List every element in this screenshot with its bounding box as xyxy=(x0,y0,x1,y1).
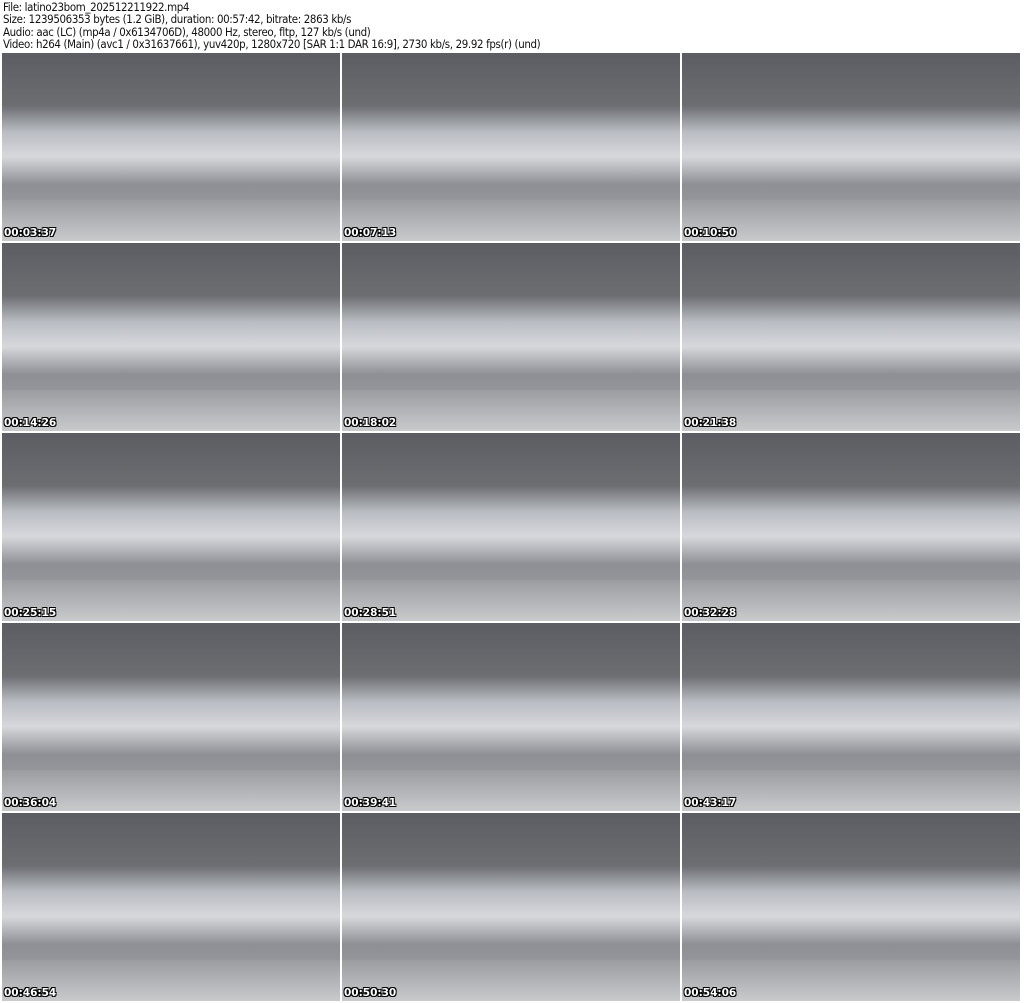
thumbnail-timestamp: 00:18:02 xyxy=(344,417,397,429)
video-info: Video: h264 (Main) (avc1 / 0x31637661), … xyxy=(3,37,541,52)
video-thumbnail: 00:43:17 xyxy=(682,623,1020,811)
thumbnail-timestamp: 00:25:15 xyxy=(4,607,57,619)
thumbnail-timestamp: 00:14:26 xyxy=(4,417,57,429)
thumbnail-timestamp: 00:54:06 xyxy=(684,987,737,999)
video-thumbnail: 00:28:51 xyxy=(342,433,680,621)
video-thumbnail: 00:21:38 xyxy=(682,243,1020,431)
file-size: Size: 1239506353 bytes (1.2 GiB), durati… xyxy=(3,12,352,27)
thumbnail-timestamp: 00:50:30 xyxy=(344,987,397,999)
thumbnail-grid: 00:03:37 00:07:13 00:10:50 00:14:26 00:18:02… xyxy=(2,53,1020,1001)
video-thumbnail: 00:18:02 xyxy=(342,243,680,431)
video-thumbnail: 00:39:41 xyxy=(342,623,680,811)
file-info-header: File: latino23bom_202512211922.mp4 Size:… xyxy=(3,1,541,52)
thumbnail-timestamp: 00:46:54 xyxy=(4,987,57,999)
video-thumbnail: 00:03:37 xyxy=(2,53,340,241)
video-thumbnail: 00:07:13 xyxy=(342,53,680,241)
video-thumbnail: 00:25:15 xyxy=(2,433,340,621)
thumbnail-timestamp: 00:39:41 xyxy=(344,797,397,809)
video-thumbnail: 00:36:04 xyxy=(2,623,340,811)
thumbnail-timestamp: 00:43:17 xyxy=(684,797,737,809)
thumbnail-timestamp: 00:32:28 xyxy=(684,607,737,619)
video-thumbnail: 00:50:30 xyxy=(342,813,680,1001)
thumbnail-timestamp: 00:03:37 xyxy=(4,227,57,239)
video-thumbnail: 00:46:54 xyxy=(2,813,340,1001)
video-thumbnail: 00:54:06 xyxy=(682,813,1020,1001)
video-thumbnail: 00:32:28 xyxy=(682,433,1020,621)
thumbnail-timestamp: 00:07:13 xyxy=(344,227,397,239)
video-thumbnail: 00:10:50 xyxy=(682,53,1020,241)
thumbnail-timestamp: 00:28:51 xyxy=(344,607,397,619)
thumbnail-timestamp: 00:10:50 xyxy=(684,227,737,239)
video-thumbnail: 00:14:26 xyxy=(2,243,340,431)
thumbnail-timestamp: 00:21:38 xyxy=(684,417,737,429)
thumbnail-timestamp: 00:36:04 xyxy=(4,797,57,809)
